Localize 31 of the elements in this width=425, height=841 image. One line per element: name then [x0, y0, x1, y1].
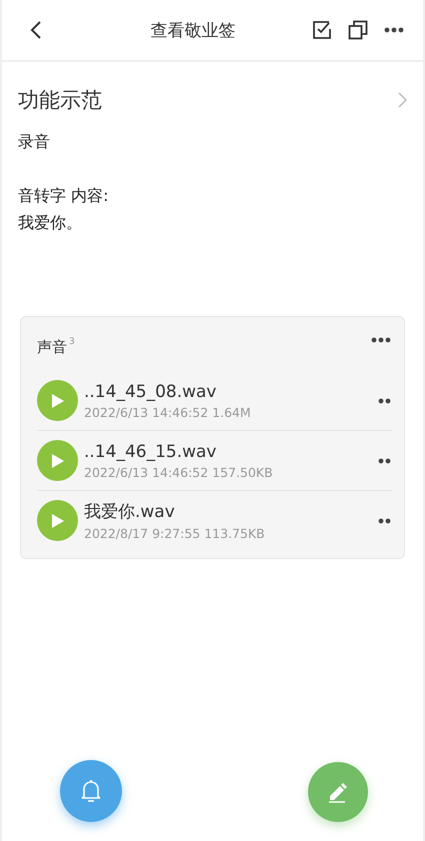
play-icon [50, 512, 64, 528]
more-icon [371, 337, 392, 343]
file-more-button[interactable] [378, 398, 392, 404]
file-meta: 2022/6/13 14:46:52 1.64M [84, 404, 252, 420]
file-meta: 2022/8/17 9:27:55 113.75KB [84, 526, 266, 541]
note-text: 音转字 内容: [18, 185, 110, 207]
note-text: 我爱你。 [18, 212, 83, 234]
file-name: ..14_45_08.wav [84, 382, 218, 402]
file-more-button[interactable] [378, 518, 392, 524]
file-name: ..14_46_15.wav [84, 442, 218, 462]
play-icon [50, 392, 64, 408]
more-button[interactable] [371, 337, 392, 343]
count-label: 3 [69, 337, 75, 347]
more-icon [384, 27, 405, 33]
section-title: 声音 [37, 338, 67, 356]
bell-icon [80, 779, 102, 803]
more-icon [378, 458, 392, 464]
checkbox-icon [312, 20, 332, 40]
page-title: 查看敬业签 [150, 20, 236, 42]
file-name: 我爱你.wav [84, 501, 176, 523]
back-icon [30, 20, 42, 40]
more-icon [378, 398, 392, 404]
note-title: 功能示范 [18, 87, 102, 114]
more-icon [378, 518, 392, 524]
file-meta: 2022/6/13 14:46:52 157.50KB [84, 464, 274, 480]
copy-icon [348, 20, 368, 40]
reminder-button[interactable] [60, 760, 122, 822]
file-more-button[interactable] [378, 458, 392, 464]
pencil-icon [327, 781, 349, 803]
note-text: 录音 [18, 131, 51, 153]
play-icon [50, 452, 64, 468]
